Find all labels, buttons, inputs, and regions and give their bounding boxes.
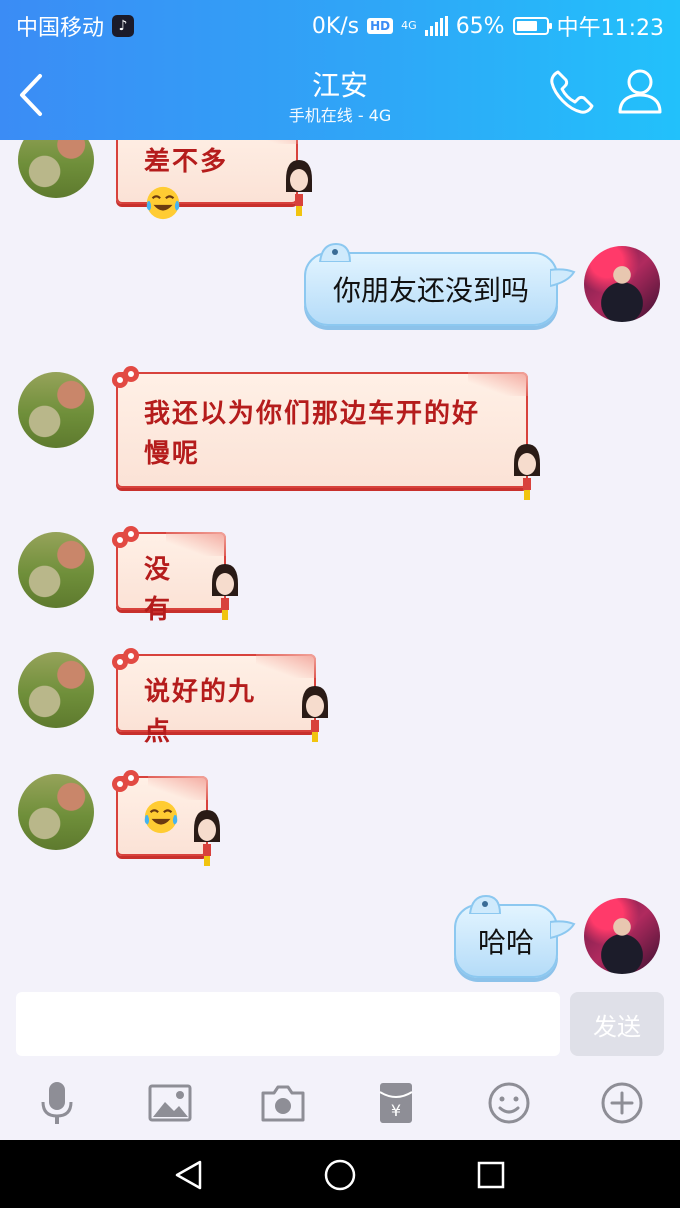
microphone-icon[interactable] [34, 1080, 80, 1126]
plus-icon[interactable] [599, 1080, 645, 1126]
message-text [142, 796, 178, 836]
composer-toolbar: ¥ [0, 1070, 680, 1140]
message-bubble[interactable]: 说好的九点 [112, 648, 316, 747]
friend-avatar[interactable] [18, 140, 94, 198]
send-button[interactable]: 发送 [570, 992, 664, 1056]
message-text: 说好的九点 [144, 677, 257, 747]
tiktok-icon: ♪ [112, 15, 135, 37]
signal-icon [424, 16, 448, 36]
sticker-figure-icon [194, 810, 220, 866]
sticker-figure-icon [514, 444, 540, 500]
home-circle-icon[interactable] [323, 1158, 357, 1192]
battery-percent: 65% [455, 13, 505, 39]
message-text: 我还以为你们那边车开的好慢呢 [144, 399, 481, 469]
back-triangle-icon[interactable] [172, 1158, 206, 1192]
network-type: 4G [401, 19, 417, 32]
crying-laughing-emoji-icon [146, 186, 180, 220]
plum-blossom-icon [112, 648, 139, 670]
recents-square-icon[interactable] [474, 1158, 508, 1192]
sticker-figure-icon [286, 160, 312, 216]
camera-icon[interactable] [260, 1080, 306, 1126]
emoji-icon[interactable] [486, 1080, 532, 1126]
network-speed: 0K/s [311, 13, 360, 39]
svg-text:¥: ¥ [391, 1101, 401, 1120]
my-avatar[interactable] [584, 898, 660, 974]
message-bubble[interactable]: 我还以为你们那边车开的好慢呢 [112, 366, 528, 488]
sticker-figure-icon [302, 686, 328, 742]
message-bubble[interactable]: 哈哈 [454, 894, 576, 978]
image-icon[interactable] [147, 1080, 193, 1126]
chat-header: 中国移动 ♪ 0K/s HD 4G 65% 中午11:23 江安 手机在线 - … [0, 0, 680, 140]
friend-avatar[interactable] [18, 532, 94, 608]
message-list[interactable]: 差不多 你朋友还没到吗 我还以为你们那边车开的好慢呢 没有 说好的九点 哈哈 [0, 140, 680, 988]
message-text: 差不多 [144, 142, 256, 222]
my-avatar[interactable] [584, 246, 660, 322]
message-text: 你朋友还没到吗 [332, 274, 529, 307]
friend-avatar[interactable] [18, 652, 94, 728]
message-bubble[interactable]: 你朋友还没到吗 [304, 242, 576, 326]
clock: 中午11:23 [556, 16, 664, 41]
plum-blossom-icon [112, 366, 139, 388]
carrier-label: 中国移动 [16, 16, 105, 41]
status-bar: 中国移动 ♪ 0K/s HD 4G 65% 中午11:23 [0, 0, 680, 46]
friend-avatar[interactable] [18, 372, 94, 448]
plum-blossom-icon [112, 526, 139, 548]
message-bubble[interactable]: 差不多 [116, 140, 298, 220]
plum-blossom-icon [112, 770, 139, 792]
message-text: 没有 [144, 555, 173, 625]
sticker-figure-icon [212, 564, 238, 620]
system-nav-bar [0, 1140, 680, 1208]
phone-call-icon[interactable] [546, 66, 598, 118]
message-input[interactable] [16, 992, 560, 1056]
friend-avatar[interactable] [18, 774, 94, 850]
battery-icon [512, 17, 552, 35]
red-packet-icon[interactable]: ¥ [373, 1080, 419, 1126]
contact-profile-icon[interactable] [614, 66, 666, 118]
hd-badge: HD [367, 18, 394, 34]
crying-laughing-emoji-icon [144, 800, 178, 834]
message-text: 哈哈 [477, 926, 534, 959]
